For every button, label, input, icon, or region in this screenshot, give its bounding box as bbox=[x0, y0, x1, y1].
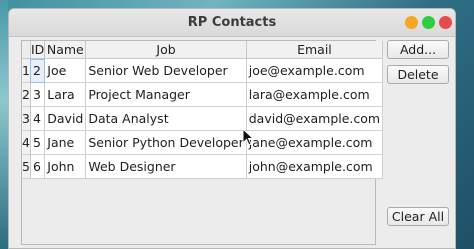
cell-id[interactable]: 5 bbox=[30, 130, 46, 155]
cell-email[interactable]: david@example.com bbox=[246, 106, 384, 131]
cell-name[interactable]: John bbox=[44, 154, 87, 179]
row-header[interactable]: 4 bbox=[22, 130, 31, 155]
header-email[interactable]: Email bbox=[246, 41, 384, 59]
cell-email[interactable]: jane@example.com bbox=[246, 130, 384, 155]
row-header[interactable]: 5 bbox=[22, 154, 31, 179]
table-row[interactable]: 2 3 Lara Project Manager lara@example.co… bbox=[22, 82, 384, 107]
header-job[interactable]: Job bbox=[85, 41, 247, 59]
table-row[interactable]: 4 5 Jane Senior Python Developer jane@ex… bbox=[22, 130, 384, 155]
header-name[interactable]: Name bbox=[44, 41, 87, 59]
cell-id[interactable]: 2 bbox=[30, 58, 46, 83]
minimize-button[interactable] bbox=[405, 16, 418, 29]
cell-name[interactable]: David bbox=[44, 106, 87, 131]
contacts-table: ID Name Job Email 1 2 Joe Senior Web Dev… bbox=[22, 41, 384, 179]
app-window: RP Contacts ID Name Job Email 1 2 Joe Se… bbox=[8, 8, 456, 249]
cell-id[interactable]: 4 bbox=[30, 106, 46, 131]
table-row[interactable]: 1 2 Joe Senior Web Developer joe@example… bbox=[22, 58, 384, 83]
close-button[interactable] bbox=[439, 16, 452, 29]
title-bar[interactable]: RP Contacts bbox=[9, 9, 455, 37]
maximize-button[interactable] bbox=[422, 16, 435, 29]
row-header[interactable]: 1 bbox=[22, 58, 31, 83]
cell-job[interactable]: Web Designer bbox=[85, 154, 247, 179]
cell-id[interactable]: 6 bbox=[30, 154, 46, 179]
row-header[interactable]: 3 bbox=[22, 106, 31, 131]
clear-all-button[interactable]: Clear All bbox=[387, 207, 449, 226]
cell-job[interactable]: Data Analyst bbox=[85, 106, 247, 131]
cell-job[interactable]: Senior Web Developer bbox=[85, 58, 247, 83]
cell-name[interactable]: Jane bbox=[44, 130, 87, 155]
cell-email[interactable]: john@example.com bbox=[246, 154, 384, 179]
desktop-background bbox=[0, 0, 8, 249]
cell-job[interactable]: Senior Python Developer bbox=[85, 130, 247, 155]
cell-email[interactable]: lara@example.com bbox=[246, 82, 384, 107]
table-corner[interactable] bbox=[22, 41, 31, 59]
header-id[interactable]: ID bbox=[30, 41, 46, 59]
delete-button[interactable]: Delete bbox=[387, 65, 449, 84]
cell-email[interactable]: joe@example.com bbox=[246, 58, 384, 83]
cell-id[interactable]: 3 bbox=[30, 82, 46, 107]
table-row[interactable]: 3 4 David Data Analyst david@example.com bbox=[22, 106, 384, 131]
add-button[interactable]: Add... bbox=[387, 40, 449, 59]
contacts-table-view[interactable]: ID Name Job Email 1 2 Joe Senior Web Dev… bbox=[21, 40, 384, 245]
cell-name[interactable]: Joe bbox=[44, 58, 87, 83]
row-header[interactable]: 2 bbox=[22, 82, 31, 107]
table-row[interactable]: 5 6 John Web Designer john@example.com bbox=[22, 154, 384, 179]
window-title: RP Contacts bbox=[187, 15, 277, 30]
cell-name[interactable]: Lara bbox=[44, 82, 87, 107]
cell-job[interactable]: Project Manager bbox=[85, 82, 247, 107]
